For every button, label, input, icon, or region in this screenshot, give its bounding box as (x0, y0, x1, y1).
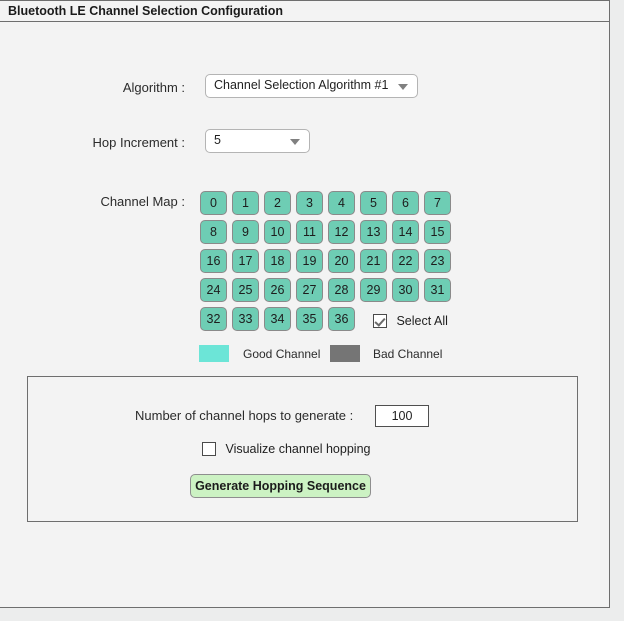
hops-count-label: Number of channel hops to generate : (135, 408, 354, 423)
hops-count-input[interactable]: 100 (375, 405, 429, 427)
channel-map-row: 16 17 18 19 20 21 22 23 (200, 249, 456, 278)
channel-button-24[interactable]: 24 (200, 278, 227, 302)
channel-button-2[interactable]: 2 (264, 191, 291, 215)
legend-bad-label: Bad Channel (373, 347, 443, 361)
channel-button-5[interactable]: 5 (360, 191, 387, 215)
visualize-checkbox-box[interactable] (202, 441, 216, 456)
channel-button-12[interactable]: 12 (328, 220, 355, 244)
window-title: Bluetooth LE Channel Selection Configura… (8, 4, 283, 18)
channel-button-30[interactable]: 30 (392, 278, 419, 302)
algorithm-dropdown[interactable]: Channel Selection Algorithm #1 (205, 74, 418, 98)
generate-hopping-sequence-button[interactable]: Generate Hopping Sequence (190, 474, 371, 498)
channel-button-20[interactable]: 20 (328, 249, 355, 273)
select-all-label: Select All (396, 313, 448, 328)
visualize-label: Visualize channel hopping (225, 441, 371, 456)
channel-button-18[interactable]: 18 (264, 249, 291, 273)
channel-button-32[interactable]: 32 (200, 307, 227, 331)
channel-button-9[interactable]: 9 (232, 220, 259, 244)
main-window: Bluetooth LE Channel Selection Configura… (0, 0, 610, 608)
channel-button-31[interactable]: 31 (424, 278, 451, 302)
legend-good-label: Good Channel (243, 347, 321, 361)
channel-button-14[interactable]: 14 (392, 220, 419, 244)
legend-bad-swatch (330, 345, 360, 362)
channel-button-11[interactable]: 11 (296, 220, 323, 244)
channel-button-13[interactable]: 13 (360, 220, 387, 244)
channel-button-22[interactable]: 22 (392, 249, 419, 273)
channel-button-25[interactable]: 25 (232, 278, 259, 302)
channel-button-35[interactable]: 35 (296, 307, 323, 331)
channel-button-26[interactable]: 26 (264, 278, 291, 302)
hop-increment-dropdown[interactable]: 5 (205, 129, 310, 153)
title-bar: Bluetooth LE Channel Selection Configura… (0, 1, 609, 22)
legend-good-swatch (199, 345, 229, 362)
channel-button-19[interactable]: 19 (296, 249, 323, 273)
select-all-checkbox[interactable]: Select All (373, 312, 448, 330)
visualize-checkbox[interactable]: Visualize channel hopping (202, 440, 370, 458)
channel-button-17[interactable]: 17 (232, 249, 259, 273)
channel-button-29[interactable]: 29 (360, 278, 387, 302)
hop-increment-dropdown-value: 5 (214, 133, 221, 147)
channel-map-row: 8 9 10 11 12 13 14 15 (200, 220, 456, 249)
channel-button-36[interactable]: 36 (328, 307, 355, 331)
channel-button-34[interactable]: 34 (264, 307, 291, 331)
channel-map-row: 01234567 (200, 191, 456, 220)
channel-map-label: Channel Map : (100, 194, 185, 209)
channel-button-6[interactable]: 6 (392, 191, 419, 215)
channel-button-33[interactable]: 33 (232, 307, 259, 331)
channel-button-27[interactable]: 27 (296, 278, 323, 302)
channel-button-21[interactable]: 21 (360, 249, 387, 273)
channel-button-8[interactable]: 8 (200, 220, 227, 244)
channel-button-10[interactable]: 10 (264, 220, 291, 244)
channel-button-4[interactable]: 4 (328, 191, 355, 215)
channel-button-28[interactable]: 28 (328, 278, 355, 302)
channel-button-3[interactable]: 3 (296, 191, 323, 215)
channel-button-15[interactable]: 15 (424, 220, 451, 244)
channel-button-23[interactable]: 23 (424, 249, 451, 273)
select-all-checkbox-box[interactable] (373, 313, 387, 328)
algorithm-dropdown-value: Channel Selection Algorithm #1 (214, 78, 389, 92)
hop-increment-label: Hop Increment : (92, 135, 186, 150)
algorithm-label: Algorithm : (122, 80, 185, 95)
channel-button-1[interactable]: 1 (232, 191, 259, 215)
channel-button-0[interactable]: 0 (200, 191, 227, 215)
channel-button-7[interactable]: 7 (424, 191, 451, 215)
channel-button-16[interactable]: 16 (200, 249, 227, 273)
channel-map-row: 24 25 26 27 28 29 30 31 (200, 278, 456, 307)
chevron-down-icon (398, 84, 408, 90)
chevron-down-icon (290, 139, 300, 145)
